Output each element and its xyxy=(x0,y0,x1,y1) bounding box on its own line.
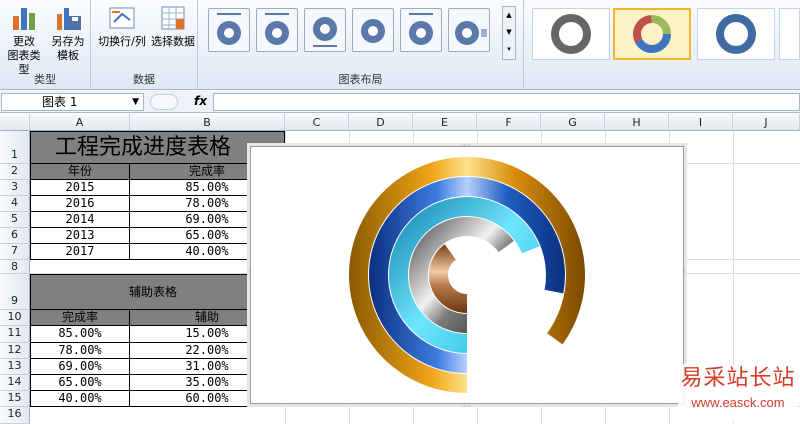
group-label-type: 类型 xyxy=(34,73,56,86)
row-header-12[interactable]: 12 xyxy=(0,343,30,359)
table2-cell[interactable]: 40.00% xyxy=(30,391,130,407)
column-header-h[interactable]: H xyxy=(605,114,669,131)
table1-header-year[interactable]: 年份 xyxy=(30,164,130,180)
layout-gallery-scroll[interactable]: ▲ ▼ ▾ xyxy=(502,6,516,60)
chart-type-icon xyxy=(10,4,38,32)
table1-cell[interactable]: 2014 xyxy=(30,212,130,228)
chart-style-1[interactable] xyxy=(532,8,610,60)
column-header-i[interactable]: I xyxy=(669,114,733,131)
table2-cell[interactable]: 65.00% xyxy=(30,375,130,391)
change-chart-type-button[interactable]: 更改 图表类型 xyxy=(4,4,44,77)
group-label-data: 数据 xyxy=(133,73,155,86)
ribbon-group-type: 更改 图表类型 另存为 模板 类型 xyxy=(0,0,91,90)
watermark-url: www.easck.com xyxy=(691,395,785,410)
name-box[interactable]: 图表 1 ▼ xyxy=(1,93,144,111)
column-header-c[interactable]: C xyxy=(285,114,349,131)
ribbon: 更改 图表类型 另存为 模板 类型 切换行/列 选择数据 数据 ▲ ▼ ▾ 图表… xyxy=(0,0,800,90)
group-label-chart-layout: 图表布局 xyxy=(338,73,383,86)
row-header-7[interactable]: 7 xyxy=(0,244,30,260)
table2-cell[interactable]: 69.00% xyxy=(30,359,130,375)
row-header-6[interactable]: 6 xyxy=(0,228,30,244)
row-header-15[interactable]: 15 xyxy=(0,391,30,407)
row-header-1[interactable]: 1 xyxy=(0,131,30,164)
save-template-icon xyxy=(54,4,82,32)
table1-cell[interactable]: 2013 xyxy=(30,228,130,244)
save-as-template-button[interactable]: 另存为 模板 xyxy=(48,4,88,63)
chart-layout-2[interactable] xyxy=(256,8,298,52)
select-data-button[interactable]: 选择数据 xyxy=(149,4,197,49)
column-header-e[interactable]: E xyxy=(413,114,477,131)
switch-row-column-button[interactable]: 切换行/列 xyxy=(95,4,149,49)
row-header-16[interactable]: 16 xyxy=(0,407,30,424)
table2-title[interactable]: 辅助表格 xyxy=(30,274,285,310)
table2-header-rate[interactable]: 完成率 xyxy=(30,310,130,326)
chart-resize-handle-right[interactable]: ⋮ xyxy=(680,267,688,276)
chart-layout-5[interactable] xyxy=(400,8,442,52)
formula-bar: 图表 1 ▼ fx xyxy=(0,91,800,113)
chart-layout-4[interactable] xyxy=(352,8,394,52)
watermark-logo: 易采站长站 www.easck.com xyxy=(678,364,798,422)
name-box-dropdown-icon[interactable]: ▼ xyxy=(132,94,139,110)
chart-resize-handle-bottom[interactable]: ···· xyxy=(461,402,471,411)
formula-bar-divider xyxy=(150,94,178,110)
column-header-j[interactable]: J xyxy=(733,114,800,131)
table1-cell[interactable]: 2017 xyxy=(30,244,130,260)
insert-function-icon[interactable]: fx xyxy=(194,94,207,108)
row-header-11[interactable]: 11 xyxy=(0,326,30,343)
column-header-f[interactable]: F xyxy=(477,114,541,131)
table1-title[interactable]: 工程完成进度表格 xyxy=(30,131,285,164)
ribbon-group-data: 切换行/列 选择数据 数据 xyxy=(91,0,198,90)
ribbon-group-chart-layout: ▲ ▼ ▾ 图表布局 xyxy=(198,0,524,90)
row-header-2[interactable]: 2 xyxy=(0,164,30,180)
doughnut-hole xyxy=(452,260,482,290)
switch-row-column-icon xyxy=(108,4,136,32)
row-header-13[interactable]: 13 xyxy=(0,359,30,375)
chart-layout-1[interactable] xyxy=(208,8,250,52)
row-header-8[interactable]: 8 xyxy=(0,260,30,274)
chart-layout-6[interactable] xyxy=(448,8,490,52)
chart-style-4[interactable] xyxy=(779,8,800,60)
table2-cell[interactable]: 85.00% xyxy=(30,326,130,343)
column-header-g[interactable]: G xyxy=(541,114,605,131)
chart-area[interactable]: ···· ···· ⋮ ⋮ xyxy=(246,141,688,411)
table1-cell[interactable]: 2016 xyxy=(30,196,130,212)
column-header-b[interactable]: B xyxy=(130,114,285,131)
chart-style-2[interactable] xyxy=(613,8,691,60)
doughnut-chart[interactable] xyxy=(251,147,683,403)
row-header-10[interactable]: 10 xyxy=(0,310,30,326)
row-header-5[interactable]: 5 xyxy=(0,212,30,228)
table1-cell[interactable]: 2015 xyxy=(30,180,130,196)
row-header-14[interactable]: 14 xyxy=(0,375,30,391)
column-header-d[interactable]: D xyxy=(349,114,413,131)
chart-resize-handle-left[interactable]: ⋮ xyxy=(246,267,254,276)
chart-resize-handle-top[interactable]: ···· xyxy=(461,141,471,150)
chart-style-3[interactable] xyxy=(697,8,775,60)
row-header-4[interactable]: 4 xyxy=(0,196,30,212)
row-header-9[interactable]: 9 xyxy=(0,274,30,310)
formula-input[interactable] xyxy=(213,93,800,111)
table2-cell[interactable]: 78.00% xyxy=(30,343,130,359)
row-header-3[interactable]: 3 xyxy=(0,180,30,196)
select-data-icon xyxy=(159,4,187,32)
select-all-corner[interactable] xyxy=(0,114,30,131)
chart-layout-3[interactable] xyxy=(304,8,346,52)
column-header-a[interactable]: A xyxy=(30,114,130,131)
watermark-title: 易采站长站 xyxy=(680,366,796,391)
